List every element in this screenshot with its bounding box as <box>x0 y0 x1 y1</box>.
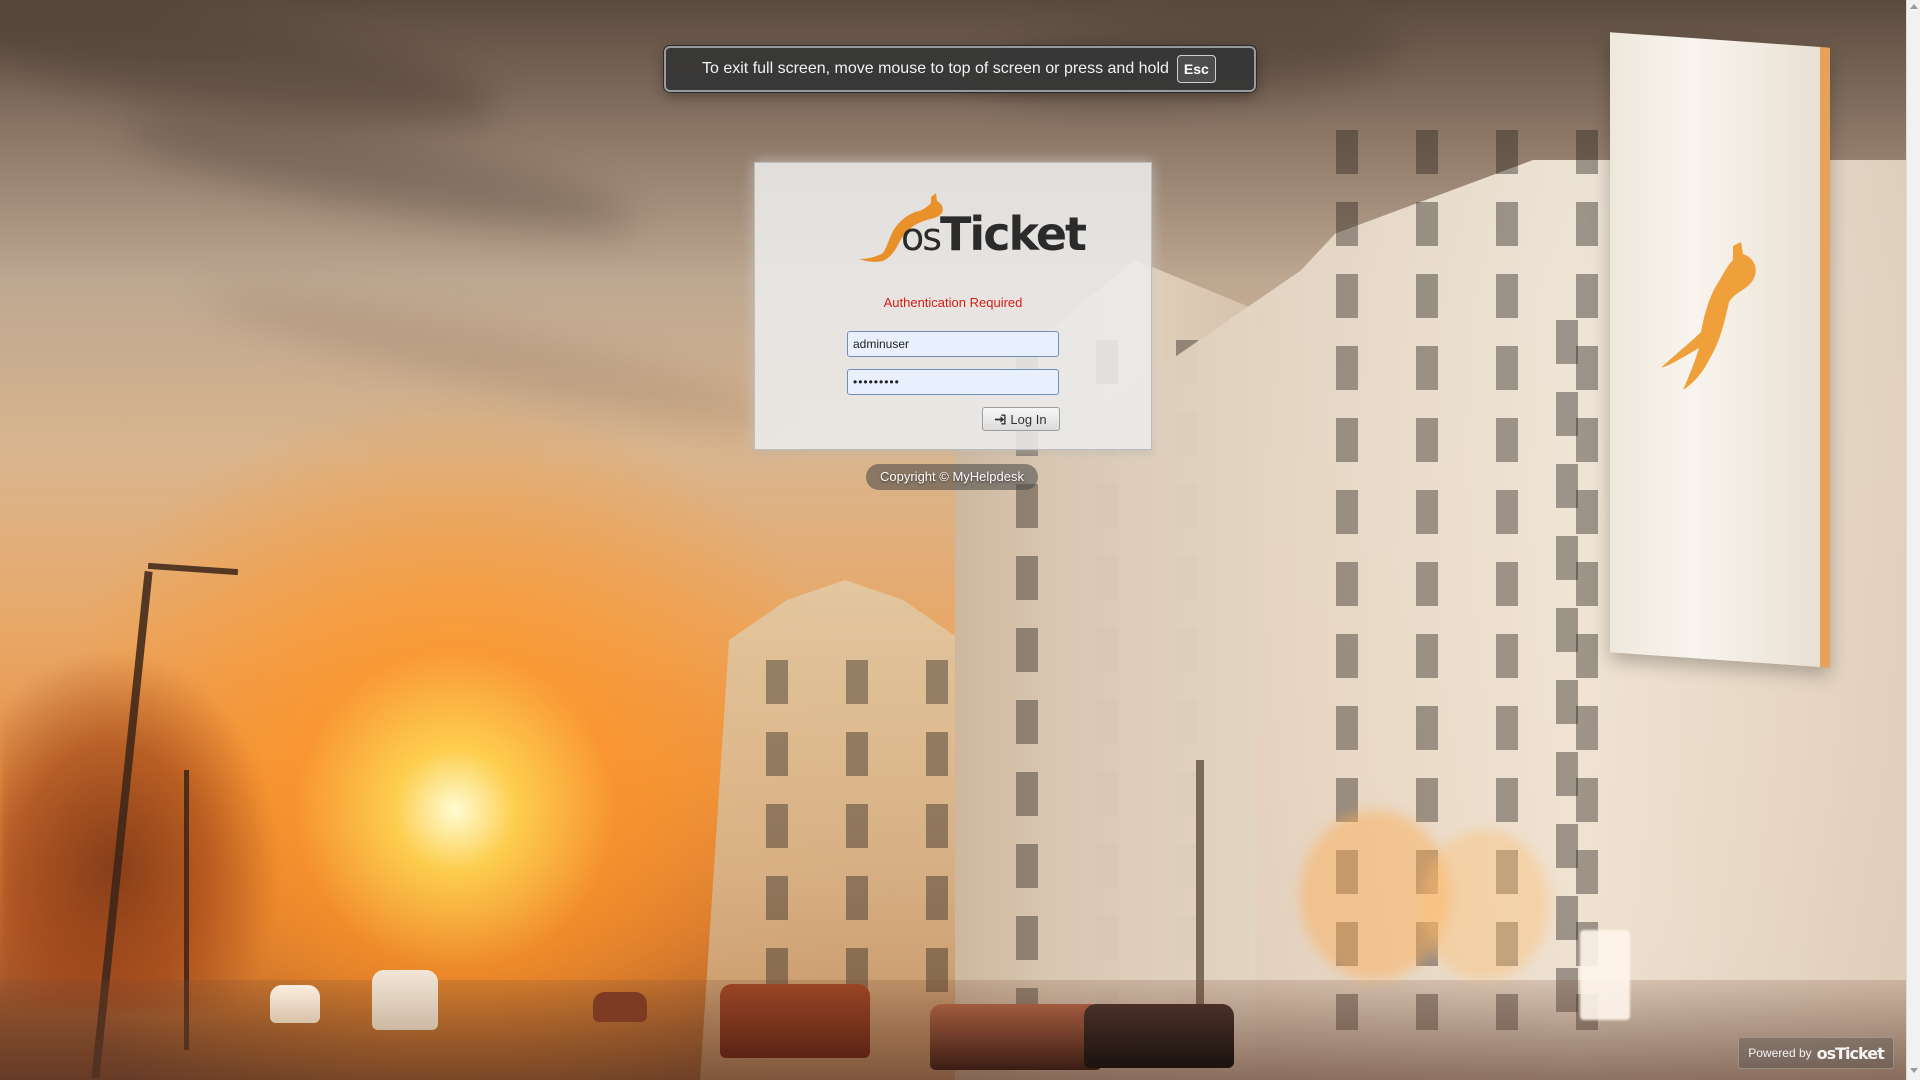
street-lamp-arm <box>147 562 239 576</box>
kangaroo-banner-icon <box>1661 242 1756 390</box>
logo-os: os <box>901 215 942 259</box>
lens-flare <box>1580 930 1630 1020</box>
building-windows <box>730 660 960 1020</box>
username-input[interactable] <box>847 331 1059 357</box>
fullscreen-notice: To exit full screen, move mouse to top o… <box>664 46 1256 92</box>
vertical-scrollbar[interactable] <box>1906 0 1920 1080</box>
copyright-notice: Copyright © MyHelpdesk <box>866 464 1038 490</box>
osticket-logo: osTicket <box>857 193 1087 263</box>
scroll-down-arrow-icon[interactable] <box>1910 1068 1918 1073</box>
login-button-label: Log In <box>1010 411 1047 427</box>
powered-by-label: Powered by <box>1748 1046 1812 1060</box>
van <box>372 970 438 1030</box>
fullscreen-notice-text: To exit full screen, move mouse to top o… <box>702 60 1169 77</box>
car <box>270 985 320 1023</box>
esc-key-hint: Esc <box>1176 55 1216 83</box>
powered-by-brand: osTicket <box>1816 1043 1885 1063</box>
logo-ticket: Ticket <box>940 207 1087 261</box>
car <box>720 984 870 1058</box>
taxi <box>930 1004 1102 1070</box>
trees <box>0 650 280 1010</box>
cloud-streak <box>200 268 800 452</box>
sign-in-icon <box>995 413 1006 425</box>
login-box: osTicket Authentication Required Log In <box>754 162 1152 450</box>
scroll-up-arrow-icon[interactable] <box>1910 4 1918 9</box>
password-input[interactable] <box>847 369 1059 395</box>
auth-required-message: Authentication Required <box>883 295 1023 310</box>
car <box>593 992 647 1022</box>
powered-by-osticket-link[interactable]: Powered by osTicket <box>1738 1037 1894 1069</box>
login-button[interactable]: Log In <box>982 407 1060 431</box>
page-background: To exit full screen, move mouse to top o… <box>0 0 1920 1080</box>
logo-wordmark: osTicket <box>901 207 1087 261</box>
car <box>1084 1004 1234 1068</box>
lens-flare <box>1420 830 1550 980</box>
